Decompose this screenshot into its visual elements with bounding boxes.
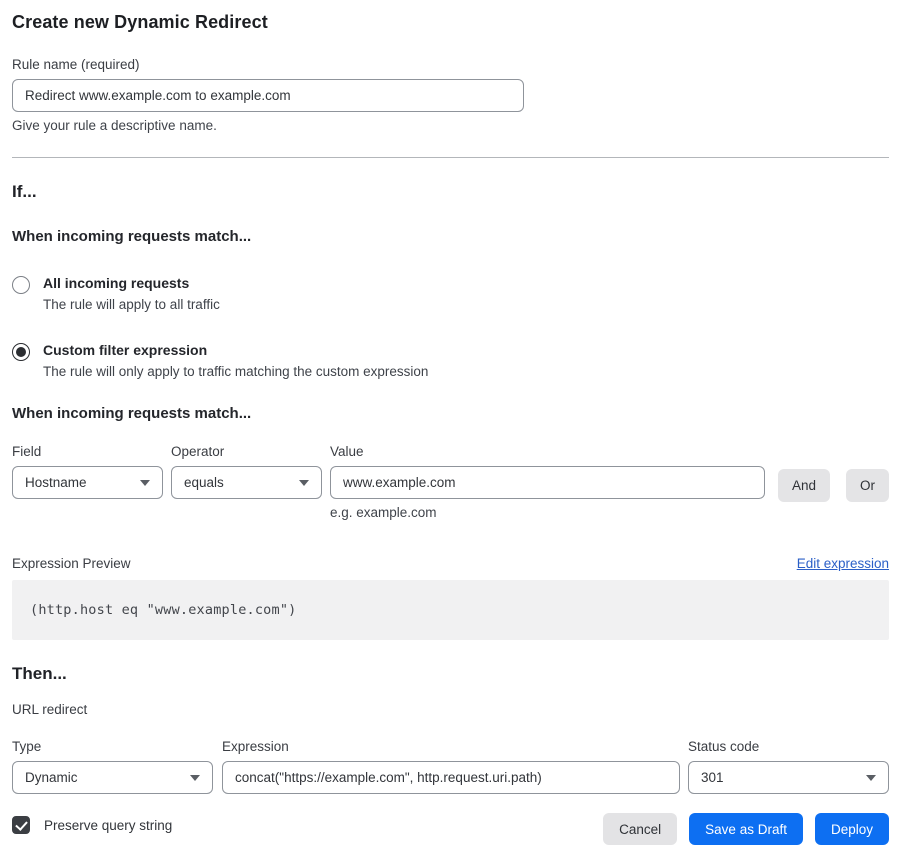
operator-select[interactable]: equals xyxy=(171,466,322,499)
status-code-select-value: 301 xyxy=(701,770,724,785)
checkbox-checked-icon[interactable] xyxy=(12,816,30,834)
type-select[interactable]: Dynamic xyxy=(12,761,213,794)
chevron-down-icon xyxy=(190,775,200,781)
operator-label: Operator xyxy=(171,444,322,459)
type-select-value: Dynamic xyxy=(25,770,78,785)
expression-label: Expression xyxy=(222,739,680,754)
type-label: Type xyxy=(12,739,213,754)
radio-custom-label: Custom filter expression xyxy=(43,342,428,358)
edit-expression-link[interactable]: Edit expression xyxy=(797,556,889,571)
and-button[interactable]: And xyxy=(778,469,830,502)
field-select[interactable]: Hostname xyxy=(12,466,163,499)
create-redirect-form: Create new Dynamic Redirect Rule name (r… xyxy=(0,0,901,834)
radio-all-incoming-requests[interactable]: All incoming requests The rule will appl… xyxy=(12,275,883,312)
radio-all-label: All incoming requests xyxy=(43,275,220,291)
value-help: e.g. example.com xyxy=(330,505,765,520)
redirect-expression-input[interactable] xyxy=(222,761,680,794)
rule-name-label: Rule name (required) xyxy=(12,57,883,72)
rule-name-group: Rule name (required) Give your rule a de… xyxy=(12,57,883,133)
or-button[interactable]: Or xyxy=(846,469,889,502)
expression-preview-label: Expression Preview xyxy=(12,556,131,571)
footer-actions: Cancel Save as Draft Deploy xyxy=(603,813,889,845)
url-redirect-label: URL redirect xyxy=(12,702,883,717)
if-heading: If... xyxy=(12,182,883,202)
chevron-down-icon xyxy=(299,480,309,486)
value-label: Value xyxy=(330,444,765,459)
section-divider xyxy=(12,157,889,158)
then-heading: Then... xyxy=(12,664,883,684)
chevron-down-icon xyxy=(140,480,150,486)
if-subheading: When incoming requests match... xyxy=(12,228,883,245)
radio-custom-description: The rule will only apply to traffic matc… xyxy=(43,364,428,379)
status-code-label: Status code xyxy=(688,739,889,754)
save-as-draft-button[interactable]: Save as Draft xyxy=(689,813,803,845)
cancel-button[interactable]: Cancel xyxy=(603,813,677,845)
rule-name-input[interactable] xyxy=(12,79,524,112)
filter-heading: When incoming requests match... xyxy=(12,405,883,422)
radio-selected-icon[interactable] xyxy=(12,343,30,361)
filter-builder-row: Field Hostname Operator equals Value e.g… xyxy=(12,444,889,520)
field-select-value: Hostname xyxy=(25,475,87,490)
status-code-select[interactable]: 301 xyxy=(688,761,889,794)
rule-name-help: Give your rule a descriptive name. xyxy=(12,118,883,133)
deploy-button[interactable]: Deploy xyxy=(815,813,889,845)
redirect-config-row: Type Dynamic Expression Status code 301 xyxy=(12,739,889,794)
value-input[interactable] xyxy=(330,466,765,499)
radio-custom-filter-expression[interactable]: Custom filter expression The rule will o… xyxy=(12,342,883,379)
preserve-query-string-label: Preserve query string xyxy=(44,818,172,833)
radio-all-description: The rule will apply to all traffic xyxy=(43,297,220,312)
page-title: Create new Dynamic Redirect xyxy=(12,12,883,33)
chevron-down-icon xyxy=(866,775,876,781)
operator-select-value: equals xyxy=(184,475,224,490)
field-label: Field xyxy=(12,444,163,459)
radio-unselected-icon[interactable] xyxy=(12,276,30,294)
expression-preview-code: (http.host eq "www.example.com") xyxy=(12,580,889,640)
